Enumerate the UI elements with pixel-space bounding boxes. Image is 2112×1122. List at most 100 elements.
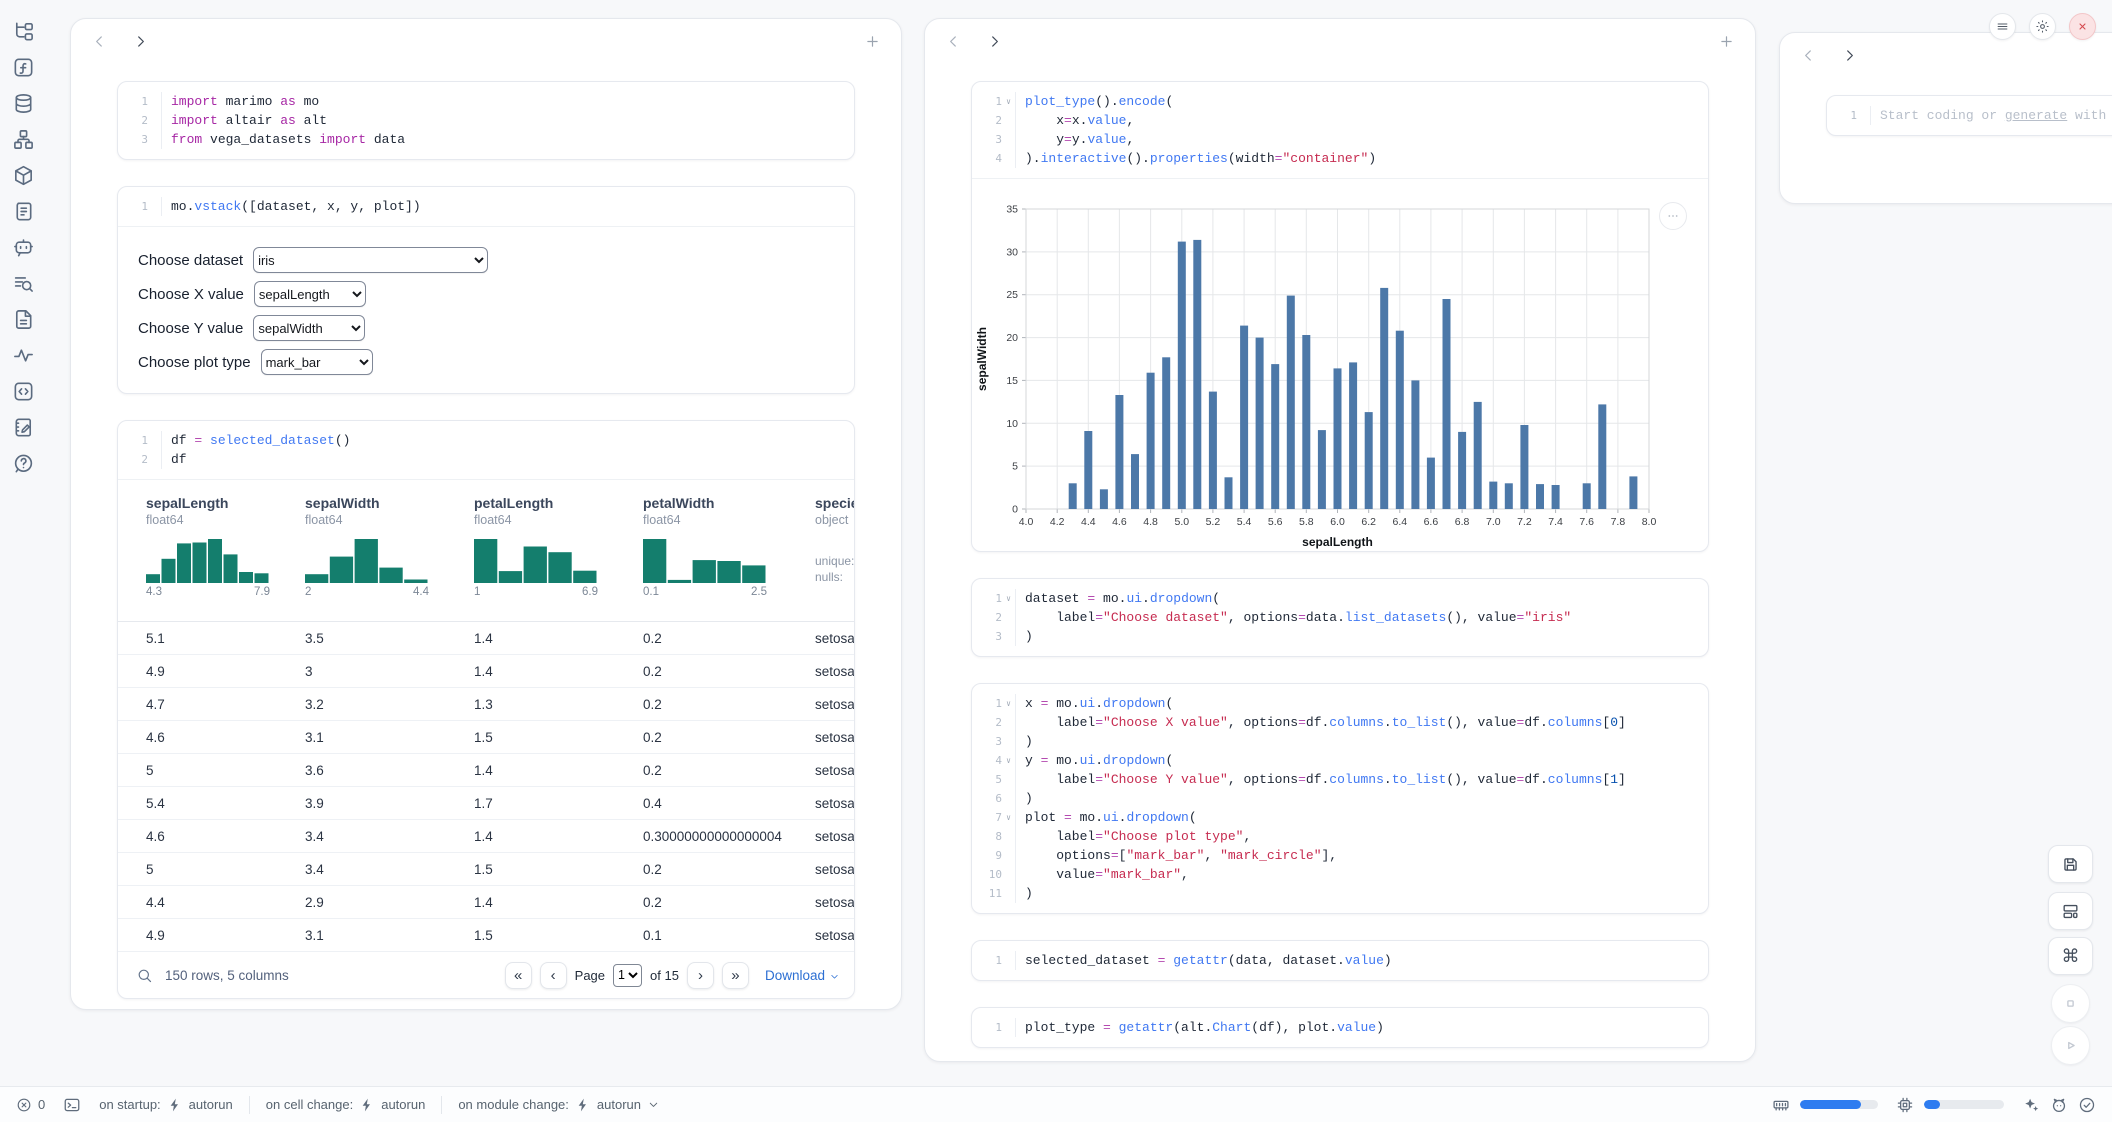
search-icon[interactable] [136, 967, 153, 984]
svg-text:5.0: 5.0 [1174, 516, 1189, 528]
ai-chat-icon[interactable] [12, 236, 35, 259]
run-button[interactable] [2051, 1026, 2090, 1065]
column-range: 4.37.9 [146, 586, 270, 598]
scratchpad-icon[interactable] [12, 416, 35, 439]
functions-icon[interactable] [12, 56, 35, 79]
stop-button[interactable] [2051, 984, 2090, 1023]
column-back-button[interactable] [91, 33, 108, 50]
previous-page-button[interactable]: ‹ [540, 962, 567, 989]
cell-plot-type[interactable]: 1plot_type = getattr(alt.Chart(df), plot… [971, 1007, 1709, 1048]
logs-icon[interactable] [12, 200, 35, 223]
dropdown-select[interactable]: iris [253, 247, 488, 273]
code-editor[interactable]: Start coding or generate with [1871, 106, 2106, 125]
datasources-icon[interactable] [12, 92, 35, 115]
dropdown-label: Choose Y value [138, 320, 243, 337]
table-row[interactable]: 5.43.91.70.4setosa [118, 787, 854, 820]
cell-dataset-dropdown[interactable]: 1∨dataset = mo.ui.dropdown(2 label="Choo… [971, 578, 1709, 657]
column-header-petalWidth[interactable]: petalWidthfloat640.12.5 [643, 494, 795, 598]
assistant-button[interactable] [2050, 1096, 2068, 1114]
add-cell-button[interactable] [864, 33, 881, 50]
code-line: label="Choose Y value", options=df.colum… [1016, 770, 1626, 789]
shutdown-button[interactable] [2069, 13, 2096, 40]
fold-icon[interactable]: ∨ [1002, 808, 1015, 827]
column-header-species[interactable]: speciesobjectunique:nulls: [815, 494, 855, 585]
table-cell: 4.9 [146, 655, 165, 688]
column-forward-button[interactable] [986, 33, 1003, 50]
dependency-graph-icon[interactable] [12, 128, 35, 151]
generate-link[interactable]: generate [2005, 108, 2067, 123]
tracing-icon[interactable] [12, 344, 35, 367]
variables-icon[interactable] [12, 272, 35, 295]
next-page-button[interactable]: › [687, 962, 714, 989]
cell-vstack[interactable]: 1mo.vstack([dataset, x, y, plot])Choose … [117, 186, 855, 394]
column-header-sepalLength[interactable]: sepalLengthfloat644.37.9 [146, 494, 298, 598]
autorun-config-3[interactable]: on module change:autorun [458, 1097, 660, 1113]
ai-sparkles-button[interactable] [2022, 1096, 2040, 1114]
layout-toggle-button[interactable] [2048, 892, 2093, 930]
column-forward-button[interactable] [1841, 47, 1858, 64]
terminal-button[interactable] [63, 1096, 81, 1114]
cell-xyplot-dropdowns[interactable]: 1∨x = mo.ui.dropdown(2 label="Choose X v… [971, 683, 1709, 914]
cell-imports[interactable]: 1import marimo as mo2import altair as al… [117, 81, 855, 160]
table-header: sepalLengthfloat644.37.9sepalWidthfloat6… [118, 480, 854, 622]
fold-icon[interactable]: ∨ [1002, 694, 1015, 713]
packages-icon[interactable] [12, 164, 35, 187]
dropdown-select[interactable]: sepalLength [254, 281, 366, 307]
documentation-icon[interactable] [12, 308, 35, 331]
column-back-button[interactable] [945, 33, 962, 50]
line-gutter: 1 [1827, 106, 1871, 125]
page-select[interactable]: 1 [613, 964, 642, 987]
column-header-sepalWidth[interactable]: sepalWidthfloat6424.4 [305, 494, 457, 598]
table-cell: 0.2 [643, 754, 662, 787]
snippets-icon[interactable] [12, 380, 35, 403]
dropdown-select[interactable]: sepalWidth [253, 315, 365, 341]
table-cell: setosa [815, 820, 855, 853]
column-header-petalLength[interactable]: petalLengthfloat6416.9 [474, 494, 626, 598]
fold-icon[interactable]: ∨ [1002, 751, 1015, 770]
column-back-button[interactable] [1800, 47, 1817, 64]
status-bar: 0 on startup:autorun on cell change:autor… [0, 1086, 2112, 1122]
code-line: ) [1016, 732, 1033, 751]
notebook-menu-button[interactable] [1989, 13, 2016, 40]
table-row[interactable]: 4.63.41.40.30000000000000004setosa [118, 820, 854, 853]
file-tree-icon[interactable] [12, 20, 35, 43]
table-row[interactable]: 4.93.11.50.1setosa [118, 919, 854, 952]
cell-dataframe[interactable]: 1df = selected_dataset()2dfsepalLengthfl… [117, 420, 855, 999]
table-cell: 3.9 [305, 787, 324, 820]
autorun-config-1[interactable]: on startup:autorun [99, 1097, 233, 1113]
help-icon[interactable] [12, 452, 35, 475]
status-ok-button[interactable] [2078, 1096, 2096, 1114]
table-row[interactable]: 53.41.50.2setosa [118, 853, 854, 886]
table-row[interactable]: 4.63.11.50.2setosa [118, 721, 854, 754]
table-row[interactable]: 4.931.40.2setosa [118, 655, 854, 688]
add-cell-button[interactable] [1718, 33, 1735, 50]
autorun-label: on module change: [458, 1097, 569, 1112]
chart-menu-button[interactable] [1659, 202, 1687, 230]
altair-bar-chart[interactable]: 4.04.24.44.64.85.05.25.45.65.86.06.26.46… [972, 179, 1708, 551]
table-row[interactable]: 4.73.21.30.2setosa [118, 688, 854, 721]
table-row[interactable]: 53.61.40.2setosa [118, 754, 854, 787]
first-page-button[interactable]: « [505, 962, 532, 989]
column-dtype: float64 [146, 512, 298, 529]
svg-text:7.2: 7.2 [1517, 516, 1532, 528]
svg-text:4.6: 4.6 [1112, 516, 1127, 528]
code-line: selected_dataset = getattr(data, dataset… [1016, 951, 1392, 970]
lightning-icon [575, 1097, 591, 1113]
table-row[interactable]: 4.42.91.40.2setosa [118, 886, 854, 919]
dropdown-select[interactable]: mark_bar [261, 349, 373, 375]
fold-icon[interactable]: ∨ [1002, 589, 1015, 608]
errors-indicator[interactable]: 0 [16, 1097, 45, 1113]
keyboard-shortcuts-button[interactable]: ⌘ [2048, 937, 2093, 975]
empty-code-cell[interactable]: 1 Start coding or generate with [1826, 95, 2112, 136]
column-forward-button[interactable] [132, 33, 149, 50]
cell-plot[interactable]: 1∨plot_type().encode(2 x=x.value,3 y=y.v… [971, 81, 1709, 552]
fold-icon[interactable]: ∨ [1002, 92, 1015, 111]
table-row[interactable]: 5.13.51.40.2setosa [118, 622, 854, 655]
settings-button[interactable] [2029, 13, 2056, 40]
autorun-config-2[interactable]: on cell change:autorun [266, 1097, 426, 1113]
table-cell: 3.6 [305, 754, 324, 787]
save-button[interactable] [2048, 845, 2093, 883]
last-page-button[interactable]: » [722, 962, 749, 989]
cell-selected-dataset[interactable]: 1selected_dataset = getattr(data, datase… [971, 940, 1709, 981]
download-button[interactable]: Download [765, 968, 840, 983]
